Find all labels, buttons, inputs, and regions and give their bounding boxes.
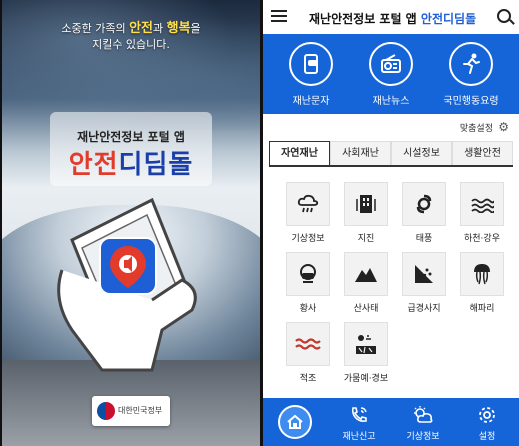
category-steep-slope[interactable]: 급경사지 <box>399 252 449 316</box>
phone-report-icon <box>348 404 370 426</box>
category-label: 해파리 <box>469 304 495 314</box>
tab-facility-info[interactable]: 시설정보 <box>391 141 452 165</box>
category-weather[interactable]: 기상정보 <box>283 182 333 246</box>
category-label: 태풍 <box>415 234 433 244</box>
water-waves-icon <box>460 182 504 226</box>
nav-label: 기상정보 <box>406 432 440 442</box>
category-red-tide[interactable]: 적조 <box>283 322 333 386</box>
app-main-screen: 재난안전정보 포털 앱 안전디딤돌 재난문자 재난뉴스 국민행동요령 맞춤설정 … <box>263 0 519 446</box>
splash-title: 안전디딤돌 <box>2 144 260 181</box>
nav-home[interactable] <box>263 398 327 446</box>
category-label: 지진 <box>357 234 375 244</box>
app-logo-icon <box>99 237 157 295</box>
category-tabs: 자연재난 사회재난 시설정보 생활안전 <box>269 141 513 167</box>
tagline: 소중한 가족의 안전과 행복을 <box>2 22 260 36</box>
nav-disaster-report[interactable]: 재난신고 <box>327 398 391 446</box>
category-label: 적조 <box>299 374 317 384</box>
top-bar: 재난안전정보 포털 앱 안전디딤돌 <box>263 0 519 34</box>
landslide-icon <box>344 252 388 296</box>
taegeuk-emblem-icon <box>97 402 115 420</box>
quick-action-guide-button[interactable]: 국민행동요령 <box>431 40 511 112</box>
tab-life-safety[interactable]: 생활안전 <box>452 141 513 165</box>
custom-settings-row[interactable]: 맞춤설정 ⚙ <box>263 118 519 136</box>
tagline-highlight-safety: 안전 <box>129 21 153 36</box>
title-red-part: 안전 <box>68 150 119 180</box>
typhoon-icon <box>402 182 446 226</box>
nav-settings[interactable]: 설정 <box>455 398 519 446</box>
tab-social-disaster[interactable]: 사회재난 <box>330 141 391 165</box>
category-typhoon[interactable]: 태풍 <box>399 182 449 246</box>
nav-label: 설정 <box>478 432 496 442</box>
hamburger-menu-icon[interactable] <box>271 10 287 23</box>
app-title: 재난안전정보 포털 앱 안전디딤돌 <box>309 10 476 27</box>
government-badge: 대한민국정부 <box>92 396 170 426</box>
weather-icon <box>412 404 434 426</box>
app-title-prefix: 재난안전정보 포털 앱 <box>309 12 417 26</box>
home-icon <box>278 405 312 439</box>
category-yellow-dust[interactable]: 황사 <box>283 252 333 316</box>
tagline-highlight-happiness: 행복 <box>166 21 191 36</box>
nav-label: 재난신고 <box>342 432 376 442</box>
quick-label: 국민행동요령 <box>443 96 499 107</box>
quick-disaster-message-button[interactable]: 재난문자 <box>271 40 351 112</box>
steep-slope-icon <box>402 252 446 296</box>
bottom-nav: 재난신고 기상정보 설정 <box>263 398 519 446</box>
tagline-text-suffix: 을 <box>190 22 201 35</box>
jellyfish-icon <box>460 252 504 296</box>
tagline-text-mid: 과 <box>152 22 164 35</box>
building-icon <box>344 182 388 226</box>
category-label: 급경사지 <box>407 304 441 314</box>
quick-label: 재난문자 <box>292 96 330 107</box>
category-earthquake[interactable]: 지진 <box>341 182 391 246</box>
quick-label: 재난뉴스 <box>372 96 410 107</box>
category-label: 산사태 <box>353 304 379 314</box>
category-river-rainfall[interactable]: 하천·강우 <box>457 182 507 246</box>
category-label: 황사 <box>299 304 317 314</box>
category-label: 하천·강우 <box>464 234 500 244</box>
radio-icon <box>369 42 413 86</box>
storm-clouds <box>2 0 260 130</box>
title-blue-part: 디딤돌 <box>118 150 194 180</box>
nav-weather-info[interactable]: 기상정보 <box>391 398 455 446</box>
running-person-icon <box>449 42 493 86</box>
category-landslide[interactable]: 산사태 <box>341 252 391 316</box>
splash-screen: 소중한 가족의 안전과 행복을 지킬수 있습니다. 재난안전정보 포털 앱 안전… <box>2 0 260 446</box>
splash-subtitle: 재난안전정보 포털 앱 <box>77 130 185 144</box>
category-label: 기상정보 <box>291 234 325 244</box>
mask-face-icon <box>286 252 330 296</box>
tagline-text: 소중한 가족의 <box>61 22 126 35</box>
phone-message-icon <box>289 42 333 86</box>
search-icon[interactable] <box>497 9 511 23</box>
cloud-rain-icon <box>286 182 330 226</box>
quick-disaster-news-button[interactable]: 재난뉴스 <box>351 40 431 112</box>
drought-icon <box>344 322 388 366</box>
tagline-line2: 지킬수 있습니다. <box>92 38 170 51</box>
hand-phone-illustration <box>57 197 197 372</box>
gear-icon <box>476 404 498 426</box>
tab-natural-disaster[interactable]: 자연재난 <box>269 141 330 165</box>
custom-settings-label: 맞춤설정 <box>459 124 493 134</box>
red-tide-icon <box>286 322 330 366</box>
category-label: 가뭄예·경보 <box>343 374 389 384</box>
app-title-brand: 안전디딤돌 <box>420 12 477 26</box>
gear-icon[interactable]: ⚙ <box>498 120 509 134</box>
category-jellyfish[interactable]: 해파리 <box>457 252 507 316</box>
government-label: 대한민국정부 <box>118 406 163 415</box>
category-drought-warning[interactable]: 가뭄예·경보 <box>341 322 391 386</box>
